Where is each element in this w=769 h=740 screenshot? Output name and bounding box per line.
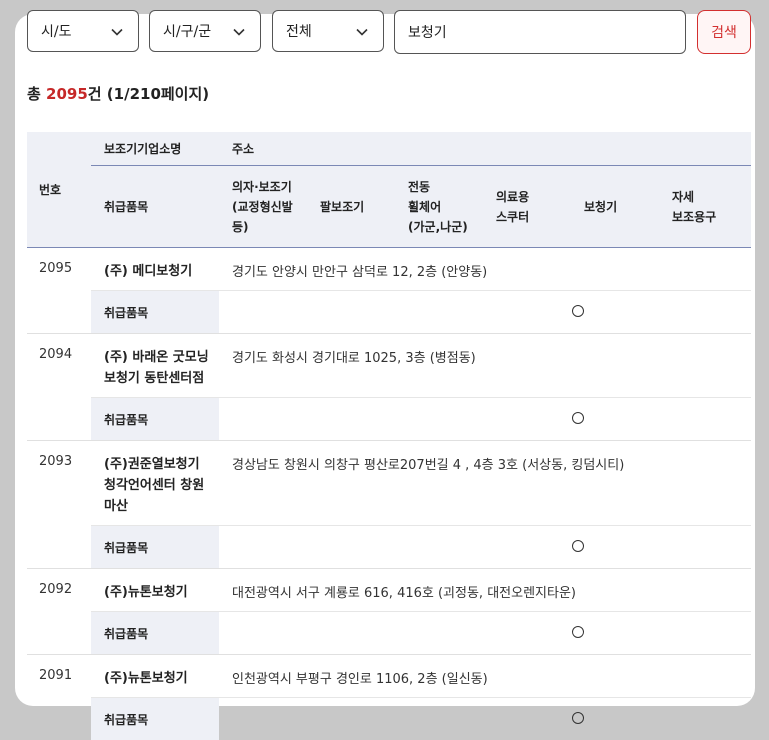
items-row: 취급품목 xyxy=(27,698,751,740)
item-mark-cell xyxy=(659,398,751,441)
header-company: 보조기기업소명 xyxy=(91,132,219,166)
header-col-wheelchair: 전동휠체어(가군,나군) xyxy=(395,166,483,248)
items-row: 취급품목 xyxy=(27,291,751,334)
search-input[interactable] xyxy=(394,10,686,54)
sigungu-select-value: 시/구/군 xyxy=(163,21,211,41)
row-number: 2093 xyxy=(27,441,91,569)
header-col-arm: 팔보조기 xyxy=(307,166,395,248)
item-mark-cell xyxy=(395,398,483,441)
item-mark-cell xyxy=(659,612,751,655)
item-mark-cell xyxy=(395,612,483,655)
header-col-scooter: 의료용스쿠터 xyxy=(483,166,571,248)
item-mark-cell xyxy=(307,291,395,334)
item-mark-cell xyxy=(483,291,571,334)
item-mark-cell xyxy=(307,698,395,740)
sigungu-select[interactable]: 시/구/군 xyxy=(149,10,261,52)
item-mark-cell xyxy=(571,291,659,334)
item-mark-cell xyxy=(659,291,751,334)
category-select[interactable]: 전체 xyxy=(272,10,384,52)
item-mark-cell xyxy=(395,291,483,334)
company-name[interactable]: (주)권준열보청기청각언어센터 창원마산 xyxy=(91,441,219,526)
item-mark-cell xyxy=(571,612,659,655)
item-mark-cell xyxy=(395,698,483,740)
item-mark-cell xyxy=(307,398,395,441)
circle-mark-icon xyxy=(572,712,584,724)
items-label: 취급품목 xyxy=(91,526,219,569)
items-row: 취급품목 xyxy=(27,612,751,655)
company-address: 대전광역시 서구 계룡로 616, 416호 (괴정동, 대전오렌지타운) xyxy=(219,569,751,612)
circle-mark-icon xyxy=(572,412,584,424)
results-body: 2095(주) 메디보청기경기도 안양시 만안구 삼덕로 12, 2층 (안양동… xyxy=(27,248,751,740)
item-mark-cell xyxy=(219,398,307,441)
result-summary: 총 2095건 (1/210페이지) xyxy=(27,83,209,104)
circle-mark-icon xyxy=(572,305,584,317)
row-number: 2094 xyxy=(27,334,91,441)
company-address: 경상남도 창원시 의창구 평산로207번길 4 , 4층 3호 (서상동, 킹덤… xyxy=(219,441,751,526)
company-name[interactable]: (주)뉴톤보청기 xyxy=(91,569,219,612)
table-row: 2091(주)뉴톤보청기인천광역시 부평구 경인로 1106, 2층 (일신동) xyxy=(27,655,751,698)
item-mark-cell xyxy=(219,612,307,655)
company-name[interactable]: (주)뉴톤보청기 xyxy=(91,655,219,698)
header-items: 취급품목 xyxy=(91,166,219,248)
row-number: 2091 xyxy=(27,655,91,740)
items-label: 취급품목 xyxy=(91,698,219,740)
items-label: 취급품목 xyxy=(91,398,219,441)
item-mark-cell xyxy=(659,526,751,569)
header-col-posture: 자세보조용구 xyxy=(659,166,751,248)
items-row: 취급품목 xyxy=(27,398,751,441)
items-row: 취급품목 xyxy=(27,526,751,569)
item-mark-cell xyxy=(219,291,307,334)
header-no: 번호 xyxy=(27,132,91,248)
item-mark-cell xyxy=(483,526,571,569)
item-mark-cell xyxy=(571,698,659,740)
item-mark-cell xyxy=(483,398,571,441)
header-address: 주소 xyxy=(219,132,751,166)
company-name[interactable]: (주) 메디보청기 xyxy=(91,248,219,291)
item-mark-cell xyxy=(307,612,395,655)
summary-suffix: 건 (1/210페이지) xyxy=(88,85,209,103)
company-address: 경기도 안양시 만안구 삼덕로 12, 2층 (안양동) xyxy=(219,248,751,291)
search-button[interactable]: 검색 xyxy=(697,10,751,54)
table-row: 2092(주)뉴톤보청기대전광역시 서구 계룡로 616, 416호 (괴정동,… xyxy=(27,569,751,612)
item-mark-cell xyxy=(483,612,571,655)
table-row: 2094(주) 바래온 굿모닝보청기 동탄센터점경기도 화성시 경기대로 102… xyxy=(27,334,751,398)
item-mark-cell xyxy=(483,698,571,740)
header-col-hearing: 보청기 xyxy=(571,166,659,248)
filter-bar: 시/도 시/구/군 전체 검색 xyxy=(27,10,751,54)
item-mark-cell xyxy=(307,526,395,569)
table-row: 2093(주)권준열보청기청각언어센터 창원마산경상남도 창원시 의창구 평산로… xyxy=(27,441,751,526)
row-number: 2092 xyxy=(27,569,91,655)
chevron-down-icon xyxy=(110,25,124,39)
item-mark-cell xyxy=(571,398,659,441)
category-select-value: 전체 xyxy=(286,21,312,41)
sido-select[interactable]: 시/도 xyxy=(27,10,139,52)
circle-mark-icon xyxy=(572,626,584,638)
chevron-down-icon xyxy=(232,25,246,39)
company-address: 인천광역시 부평구 경인로 1106, 2층 (일신동) xyxy=(219,655,751,698)
item-mark-cell xyxy=(571,526,659,569)
item-mark-cell xyxy=(659,698,751,740)
item-mark-cell xyxy=(219,698,307,740)
results-table: 번호 보조기기업소명 주소 취급품목 의자·보조기(교정형신발등) 팔보조기 전… xyxy=(27,132,751,740)
row-number: 2095 xyxy=(27,248,91,334)
item-mark-cell xyxy=(219,526,307,569)
circle-mark-icon xyxy=(572,540,584,552)
items-label: 취급품목 xyxy=(91,612,219,655)
chevron-down-icon xyxy=(355,25,369,39)
table-row: 2095(주) 메디보청기경기도 안양시 만안구 삼덕로 12, 2층 (안양동… xyxy=(27,248,751,291)
summary-prefix: 총 xyxy=(27,85,46,103)
result-count: 2095 xyxy=(46,85,88,103)
company-address: 경기도 화성시 경기대로 1025, 3층 (병점동) xyxy=(219,334,751,398)
item-mark-cell xyxy=(395,526,483,569)
sido-select-value: 시/도 xyxy=(41,21,71,41)
items-label: 취급품목 xyxy=(91,291,219,334)
company-name[interactable]: (주) 바래온 굿모닝보청기 동탄센터점 xyxy=(91,334,219,398)
header-col-chair: 의자·보조기(교정형신발등) xyxy=(219,166,307,248)
